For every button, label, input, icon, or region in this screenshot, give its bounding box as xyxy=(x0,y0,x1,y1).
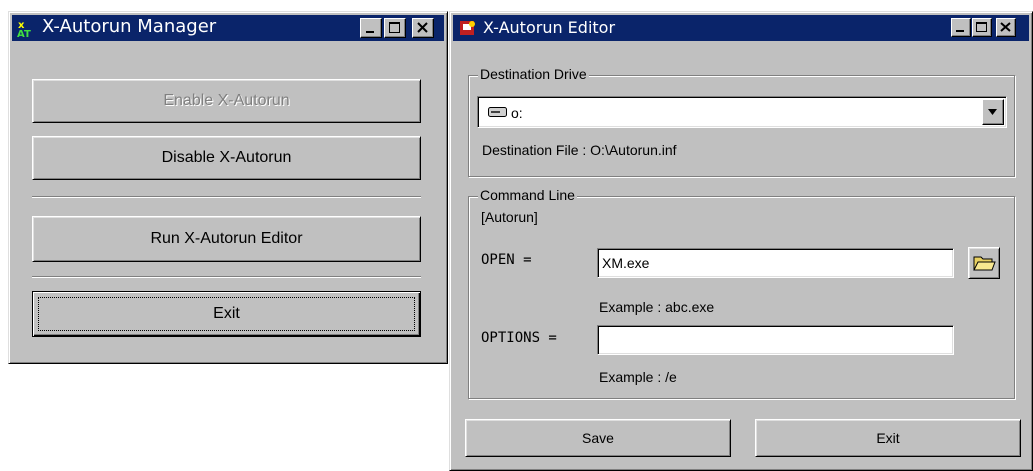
options-label: OPTIONS = xyxy=(481,330,557,346)
enable-label: Enable X-Autorun xyxy=(163,92,290,109)
manager-window: x AT X-Autorun Manager Enable X-Autorun … xyxy=(8,11,448,364)
minimize-button[interactable] xyxy=(951,18,971,37)
run-editor-button[interactable]: Run X-Autorun Editor xyxy=(32,216,421,262)
title-buttons xyxy=(951,18,1025,38)
manager-exit-button[interactable]: Exit xyxy=(32,291,421,337)
separator xyxy=(32,196,421,198)
open-value: XM.exe xyxy=(602,255,650,271)
disable-button[interactable]: Disable X-Autorun xyxy=(32,136,421,180)
drive-icon xyxy=(488,105,508,121)
maximize-button[interactable] xyxy=(972,18,992,37)
separator xyxy=(32,276,421,278)
save-label: Save xyxy=(582,430,614,446)
browse-button[interactable] xyxy=(968,247,1000,279)
open-example: Example : abc.exe xyxy=(599,299,715,315)
app-icon xyxy=(458,18,478,38)
save-button[interactable]: Save xyxy=(465,419,731,457)
options-input[interactable] xyxy=(597,325,954,355)
destination-file: Destination File : O:\Autorun.inf xyxy=(482,142,677,158)
enable-button[interactable]: Enable X-Autorun xyxy=(32,79,421,123)
group-label: Destination Drive xyxy=(478,66,589,82)
close-icon xyxy=(1000,22,1011,32)
minimize-icon xyxy=(956,30,964,32)
svg-text:AT: AT xyxy=(17,29,31,38)
maximize-icon xyxy=(976,22,987,32)
dropdown-button[interactable] xyxy=(982,99,1004,125)
close-button[interactable] xyxy=(996,18,1016,37)
exit-label: Exit xyxy=(213,305,240,322)
run-editor-label: Run X-Autorun Editor xyxy=(150,230,303,247)
options-example: Example : /e xyxy=(599,369,677,385)
maximize-icon xyxy=(389,22,400,33)
drive-select[interactable]: o: xyxy=(477,96,1007,128)
exit-label: Exit xyxy=(876,430,900,446)
editor-window: X-Autorun Editor Destination Drive o: De… xyxy=(449,11,1033,471)
title-buttons xyxy=(360,18,440,38)
manager-titlebar[interactable]: x AT X-Autorun Manager xyxy=(12,15,444,41)
minimize-button[interactable] xyxy=(360,18,382,38)
app-icon: x AT xyxy=(17,18,37,40)
section-header: [Autorun] xyxy=(481,209,538,225)
minimize-icon xyxy=(366,31,374,33)
command-line-group: Command Line [Autorun] OPEN = XM.exe Exa… xyxy=(468,187,1015,399)
disable-label: Disable X-Autorun xyxy=(161,149,292,166)
open-input[interactable]: XM.exe xyxy=(597,248,954,278)
chevron-down-icon xyxy=(988,109,997,115)
folder-icon xyxy=(973,256,996,271)
close-button[interactable] xyxy=(412,18,434,38)
drive-value: o: xyxy=(511,105,523,121)
editor-titlebar[interactable]: X-Autorun Editor xyxy=(453,15,1029,41)
group-label: Command Line xyxy=(478,187,577,203)
open-label: OPEN = xyxy=(481,252,532,268)
destination-drive-group: Destination Drive o: Destination File : … xyxy=(468,66,1015,177)
window-title: X-Autorun Manager xyxy=(42,16,217,37)
window-title: X-Autorun Editor xyxy=(483,18,616,37)
editor-exit-button[interactable]: Exit xyxy=(755,419,1021,457)
maximize-button[interactable] xyxy=(384,18,406,38)
close-icon xyxy=(417,22,428,33)
